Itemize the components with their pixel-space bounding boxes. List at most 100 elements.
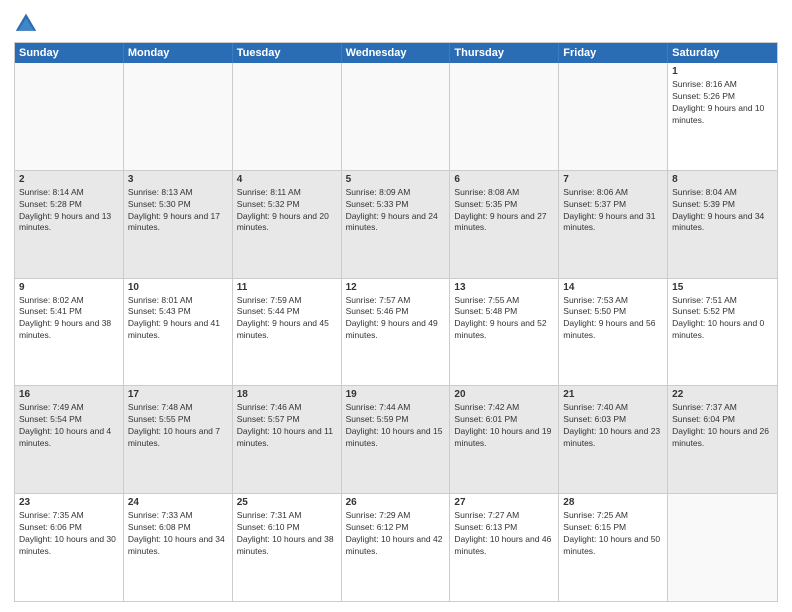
day-info: Sunrise: 7:59 AM Sunset: 5:44 PM Dayligh… xyxy=(237,295,337,343)
calendar-cell: 9 Sunrise: 8:02 AM Sunset: 5:41 PM Daylig… xyxy=(15,279,124,386)
calendar-cell: 7 Sunrise: 8:06 AM Sunset: 5:37 PM Daylig… xyxy=(559,171,668,278)
calendar-cell xyxy=(450,63,559,170)
day-info: Sunrise: 8:16 AM Sunset: 5:26 PM Dayligh… xyxy=(672,79,773,127)
header-tuesday: Tuesday xyxy=(233,43,342,63)
day-info: Sunrise: 7:42 AM Sunset: 6:01 PM Dayligh… xyxy=(454,402,554,450)
header-saturday: Saturday xyxy=(668,43,777,63)
calendar-cell xyxy=(668,494,777,601)
day-info: Sunrise: 7:51 AM Sunset: 5:52 PM Dayligh… xyxy=(672,295,773,343)
calendar-cell: 26 Sunrise: 7:29 AM Sunset: 6:12 PM Dayli… xyxy=(342,494,451,601)
day-info: Sunrise: 8:02 AM Sunset: 5:41 PM Dayligh… xyxy=(19,295,119,343)
week-row-0: 1 Sunrise: 8:16 AM Sunset: 5:26 PM Daylig… xyxy=(15,63,777,170)
calendar-header: Sunday Monday Tuesday Wednesday Thursday… xyxy=(15,43,777,63)
day-info: Sunrise: 7:25 AM Sunset: 6:15 PM Dayligh… xyxy=(563,510,663,558)
day-number: 14 xyxy=(563,282,663,293)
day-number: 5 xyxy=(346,174,446,185)
week-row-2: 9 Sunrise: 8:02 AM Sunset: 5:41 PM Daylig… xyxy=(15,278,777,386)
calendar-cell: 22 Sunrise: 7:37 AM Sunset: 6:04 PM Dayli… xyxy=(668,386,777,493)
logo-icon xyxy=(14,12,38,34)
day-number: 27 xyxy=(454,497,554,508)
day-info: Sunrise: 7:57 AM Sunset: 5:46 PM Dayligh… xyxy=(346,295,446,343)
day-info: Sunrise: 7:46 AM Sunset: 5:57 PM Dayligh… xyxy=(237,402,337,450)
calendar-cell: 21 Sunrise: 7:40 AM Sunset: 6:03 PM Dayli… xyxy=(559,386,668,493)
calendar-cell: 6 Sunrise: 8:08 AM Sunset: 5:35 PM Daylig… xyxy=(450,171,559,278)
day-info: Sunrise: 8:13 AM Sunset: 5:30 PM Dayligh… xyxy=(128,187,228,235)
day-info: Sunrise: 7:55 AM Sunset: 5:48 PM Dayligh… xyxy=(454,295,554,343)
day-info: Sunrise: 8:08 AM Sunset: 5:35 PM Dayligh… xyxy=(454,187,554,235)
day-number: 16 xyxy=(19,389,119,400)
day-number: 17 xyxy=(128,389,228,400)
day-info: Sunrise: 7:27 AM Sunset: 6:13 PM Dayligh… xyxy=(454,510,554,558)
day-number: 25 xyxy=(237,497,337,508)
day-number: 7 xyxy=(563,174,663,185)
day-number: 21 xyxy=(563,389,663,400)
calendar-cell: 13 Sunrise: 7:55 AM Sunset: 5:48 PM Dayli… xyxy=(450,279,559,386)
day-number: 15 xyxy=(672,282,773,293)
header-friday: Friday xyxy=(559,43,668,63)
calendar-cell: 8 Sunrise: 8:04 AM Sunset: 5:39 PM Daylig… xyxy=(668,171,777,278)
day-number: 26 xyxy=(346,497,446,508)
header xyxy=(14,10,778,34)
day-info: Sunrise: 8:01 AM Sunset: 5:43 PM Dayligh… xyxy=(128,295,228,343)
calendar-cell: 19Sunrise: 7:44 AM Sunset: 5:59 PM Dayli… xyxy=(342,386,451,493)
day-info: Sunrise: 7:33 AM Sunset: 6:08 PM Dayligh… xyxy=(128,510,228,558)
calendar-cell: 25 Sunrise: 7:31 AM Sunset: 6:10 PM Dayli… xyxy=(233,494,342,601)
day-number: 19 xyxy=(346,389,446,400)
calendar-cell: 5 Sunrise: 8:09 AM Sunset: 5:33 PM Daylig… xyxy=(342,171,451,278)
day-info: Sunrise: 7:29 AM Sunset: 6:12 PM Dayligh… xyxy=(346,510,446,558)
calendar-cell xyxy=(559,63,668,170)
day-info: Sunrise: 7:49 AM Sunset: 5:54 PM Dayligh… xyxy=(19,402,119,450)
day-number: 2 xyxy=(19,174,119,185)
calendar-cell: 10Sunrise: 8:01 AM Sunset: 5:43 PM Dayli… xyxy=(124,279,233,386)
day-info: Sunrise: 7:37 AM Sunset: 6:04 PM Dayligh… xyxy=(672,402,773,450)
day-info: Sunrise: 7:48 AM Sunset: 5:55 PM Dayligh… xyxy=(128,402,228,450)
day-number: 6 xyxy=(454,174,554,185)
day-info: Sunrise: 7:53 AM Sunset: 5:50 PM Dayligh… xyxy=(563,295,663,343)
day-info: Sunrise: 7:40 AM Sunset: 6:03 PM Dayligh… xyxy=(563,402,663,450)
logo xyxy=(14,14,40,34)
calendar-cell: 18 Sunrise: 7:46 AM Sunset: 5:57 PM Dayli… xyxy=(233,386,342,493)
day-number: 4 xyxy=(237,174,337,185)
calendar-cell: 11 Sunrise: 7:59 AM Sunset: 5:44 PM Dayli… xyxy=(233,279,342,386)
day-number: 24 xyxy=(128,497,228,508)
calendar-cell: 15 Sunrise: 7:51 AM Sunset: 5:52 PM Dayli… xyxy=(668,279,777,386)
calendar-cell: 12Sunrise: 7:57 AM Sunset: 5:46 PM Dayli… xyxy=(342,279,451,386)
calendar: Sunday Monday Tuesday Wednesday Thursday… xyxy=(14,42,778,602)
day-info: Sunrise: 8:14 AM Sunset: 5:28 PM Dayligh… xyxy=(19,187,119,235)
day-number: 18 xyxy=(237,389,337,400)
calendar-cell: 14 Sunrise: 7:53 AM Sunset: 5:50 PM Dayli… xyxy=(559,279,668,386)
day-info: Sunrise: 7:31 AM Sunset: 6:10 PM Dayligh… xyxy=(237,510,337,558)
day-number: 9 xyxy=(19,282,119,293)
day-info: Sunrise: 7:35 AM Sunset: 6:06 PM Dayligh… xyxy=(19,510,119,558)
week-row-3: 16 Sunrise: 7:49 AM Sunset: 5:54 PM Dayli… xyxy=(15,385,777,493)
day-info: Sunrise: 8:09 AM Sunset: 5:33 PM Dayligh… xyxy=(346,187,446,235)
calendar-cell: 3 Sunrise: 8:13 AM Sunset: 5:30 PM Daylig… xyxy=(124,171,233,278)
day-number: 8 xyxy=(672,174,773,185)
day-number: 23 xyxy=(19,497,119,508)
calendar-cell: 2 Sunrise: 8:14 AM Sunset: 5:28 PM Daylig… xyxy=(15,171,124,278)
header-monday: Monday xyxy=(124,43,233,63)
header-thursday: Thursday xyxy=(450,43,559,63)
calendar-cell: 16 Sunrise: 7:49 AM Sunset: 5:54 PM Dayli… xyxy=(15,386,124,493)
calendar-cell: 20 Sunrise: 7:42 AM Sunset: 6:01 PM Dayli… xyxy=(450,386,559,493)
calendar-cell: 23 Sunrise: 7:35 AM Sunset: 6:06 PM Dayli… xyxy=(15,494,124,601)
calendar-cell: 24 Sunrise: 7:33 AM Sunset: 6:08 PM Dayli… xyxy=(124,494,233,601)
header-wednesday: Wednesday xyxy=(342,43,451,63)
week-row-4: 23 Sunrise: 7:35 AM Sunset: 6:06 PM Dayli… xyxy=(15,493,777,601)
calendar-cell: 1 Sunrise: 8:16 AM Sunset: 5:26 PM Daylig… xyxy=(668,63,777,170)
page: Sunday Monday Tuesday Wednesday Thursday… xyxy=(0,0,792,612)
week-row-1: 2 Sunrise: 8:14 AM Sunset: 5:28 PM Daylig… xyxy=(15,170,777,278)
day-number: 13 xyxy=(454,282,554,293)
calendar-cell xyxy=(233,63,342,170)
day-info: Sunrise: 8:11 AM Sunset: 5:32 PM Dayligh… xyxy=(237,187,337,235)
calendar-body: 1 Sunrise: 8:16 AM Sunset: 5:26 PM Daylig… xyxy=(15,63,777,601)
day-info: Sunrise: 8:06 AM Sunset: 5:37 PM Dayligh… xyxy=(563,187,663,235)
calendar-cell: 4 Sunrise: 8:11 AM Sunset: 5:32 PM Daylig… xyxy=(233,171,342,278)
day-number: 3 xyxy=(128,174,228,185)
calendar-cell: 17 Sunrise: 7:48 AM Sunset: 5:55 PM Dayli… xyxy=(124,386,233,493)
day-number: 20 xyxy=(454,389,554,400)
day-number: 1 xyxy=(672,66,773,77)
day-number: 22 xyxy=(672,389,773,400)
day-info: Sunrise: 8:04 AM Sunset: 5:39 PM Dayligh… xyxy=(672,187,773,235)
day-number: 11 xyxy=(237,282,337,293)
